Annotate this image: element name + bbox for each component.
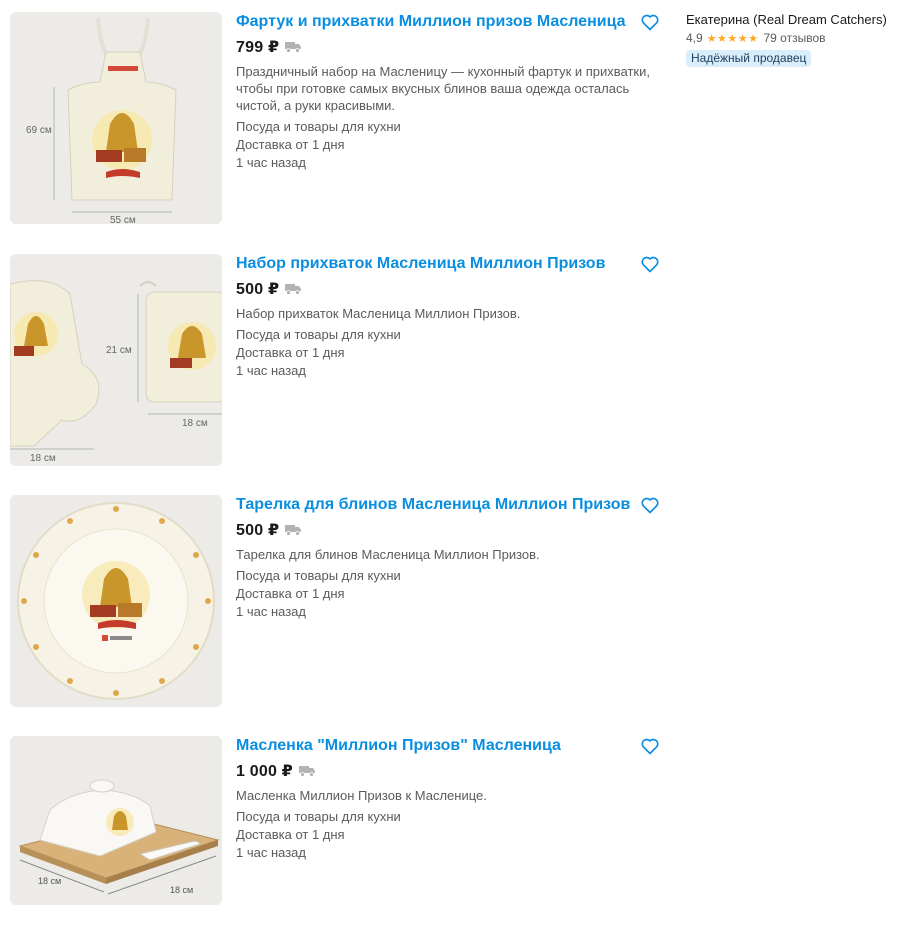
listing-price: 500 ₽ xyxy=(236,281,280,298)
seller-info: Екатерина (Real Dream Catchers) 4,9 ★★★★… xyxy=(686,12,901,67)
listing-price: 500 ₽ xyxy=(236,522,280,539)
heart-outline-icon[interactable] xyxy=(640,12,660,32)
listing-title[interactable]: Масленка "Миллион Призов" Масленица xyxy=(236,736,661,756)
depth-label: 18 см xyxy=(38,876,62,886)
listing-title[interactable]: Фартук и прихватки Миллион призов Маслен… xyxy=(236,12,661,32)
width-label: 55 см xyxy=(110,215,136,224)
listing-date: 1 час назад xyxy=(236,363,306,378)
listing-photo[interactable]: 69 см 55 см xyxy=(10,12,222,224)
listing-price: 799 ₽ xyxy=(236,39,280,56)
price-row: 500 ₽ xyxy=(236,520,661,540)
seller-name[interactable]: Екатерина (Real Dream Catchers) xyxy=(686,12,901,28)
listing-card: Тарелка для блинов Масленица Миллион При… xyxy=(10,495,670,708)
listing-card: 18 см 21 см 18 см Набор прихваток Маслен… xyxy=(10,254,670,467)
listing-title[interactable]: Набор прихваток Масленица Миллион Призов xyxy=(236,254,661,274)
listing-photo[interactable] xyxy=(10,495,222,707)
width-label: 18 см xyxy=(170,885,194,895)
listing-card: 69 см 55 см Фартук и прихватки Миллион п… xyxy=(10,12,670,225)
star-rating-icon: ★★★★★ xyxy=(706,32,759,45)
truck-icon xyxy=(285,525,302,536)
heart-outline-icon[interactable] xyxy=(640,736,660,756)
truck-icon xyxy=(285,284,302,295)
heart-outline-icon[interactable] xyxy=(640,495,660,515)
listing-delivery: Доставка от 1 дня xyxy=(236,586,345,601)
listing-info: Тарелка для блинов Масленица Миллион При… xyxy=(236,495,661,621)
price-row: 500 ₽ xyxy=(236,279,661,299)
listing-photo[interactable]: 18 см 21 см 18 см xyxy=(10,254,222,466)
listing-info: Масленка "Миллион Призов" Масленица 1 00… xyxy=(236,736,661,862)
seller-rating: 4,9 ★★★★★ 79 отзывов xyxy=(686,30,901,46)
listing-delivery: Доставка от 1 дня xyxy=(236,137,345,152)
trusted-seller-badge: Надёжный продавец xyxy=(686,50,812,67)
listing-category: Посуда и товары для кухни xyxy=(236,809,401,824)
listing-price: 1 000 ₽ xyxy=(236,763,294,780)
heart-outline-icon[interactable] xyxy=(640,254,660,274)
listing-date: 1 час назад xyxy=(236,604,306,619)
truck-icon xyxy=(299,766,316,777)
listing-delivery: Доставка от 1 дня xyxy=(236,345,345,360)
listing-title[interactable]: Тарелка для блинов Масленица Миллион При… xyxy=(236,495,661,515)
listing-category: Посуда и товары для кухни xyxy=(236,119,401,134)
mitt-width-label: 18 см xyxy=(30,453,56,464)
reviews-link[interactable]: 79 отзывов xyxy=(764,31,826,45)
listing-description: Набор прихваток Масленица Миллион Призов… xyxy=(236,306,521,321)
truck-icon xyxy=(285,42,302,53)
listing-category: Посуда и товары для кухни xyxy=(236,327,401,342)
listing-delivery: Доставка от 1 дня xyxy=(236,827,345,842)
listing-description: Масленка Миллион Призов к Масленице. xyxy=(236,788,487,803)
listing-info: Фартук и прихватки Миллион призов Маслен… xyxy=(236,12,661,172)
listing-date: 1 час назад xyxy=(236,845,306,860)
height-label: 69 см xyxy=(26,125,52,136)
price-row: 799 ₽ xyxy=(236,37,661,57)
listing-info: Набор прихваток Масленица Миллион Призов… xyxy=(236,254,661,380)
price-row: 1 000 ₽ xyxy=(236,761,661,781)
listing-category: Посуда и товары для кухни xyxy=(236,568,401,583)
holder-width-label: 18 см xyxy=(182,418,208,429)
listing-card: 18 см 18 см Масленка "Миллион Призов" Ма… xyxy=(10,736,670,949)
rating-value: 4,9 xyxy=(686,31,703,45)
listing-description: Праздничный набор на Масленицу — кухонны… xyxy=(236,64,650,113)
listing-date: 1 час назад xyxy=(236,155,306,170)
listing-description: Тарелка для блинов Масленица Миллион При… xyxy=(236,547,540,562)
holder-height-label: 21 см xyxy=(106,345,132,356)
listing-photo[interactable]: 18 см 18 см xyxy=(10,736,222,905)
